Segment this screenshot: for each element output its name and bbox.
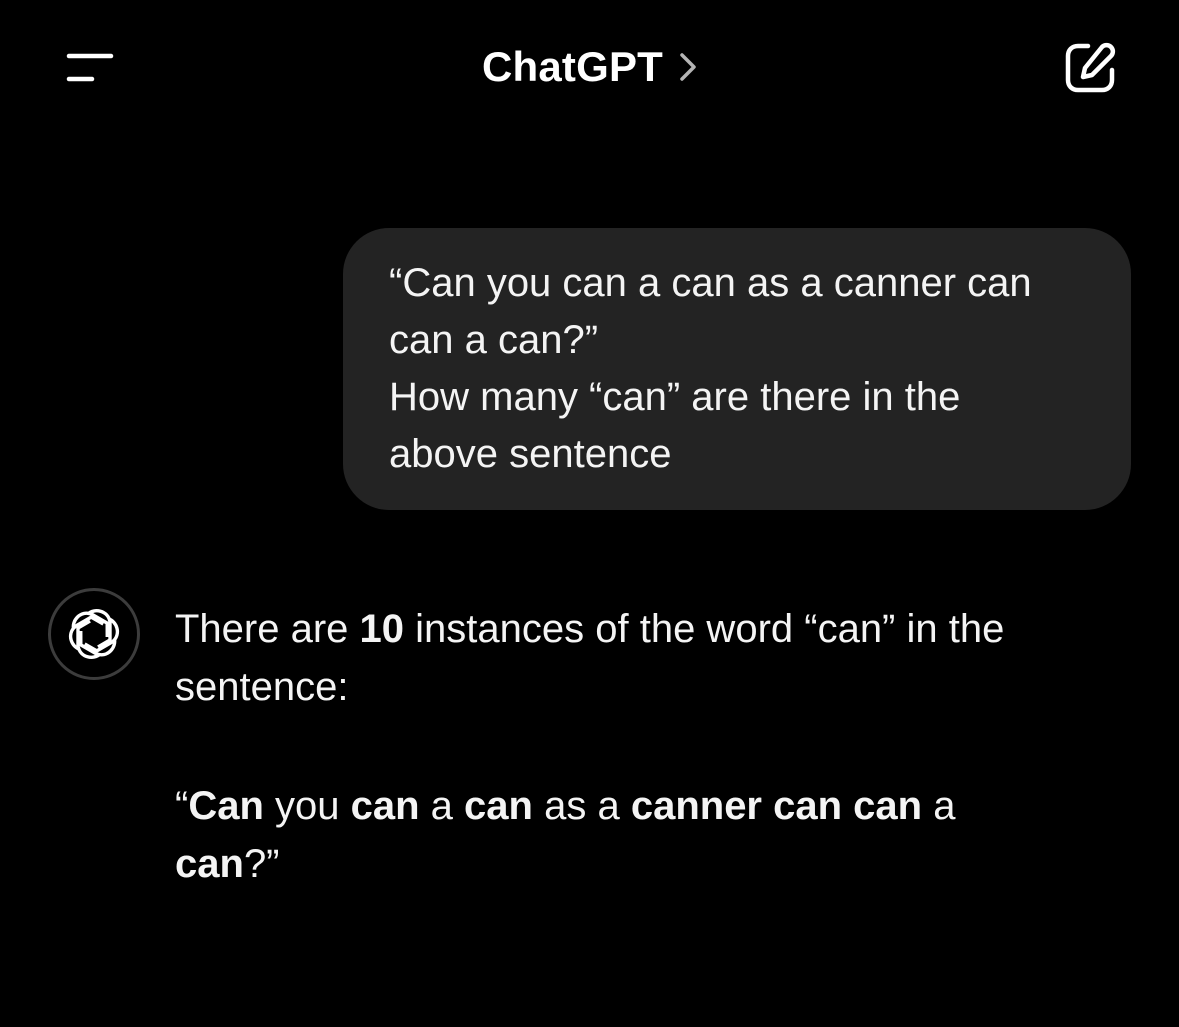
count-value: 10: [359, 607, 405, 651]
page-title: ChatGPT: [481, 43, 664, 90]
highlighted-word: canner can can: [630, 784, 923, 828]
assistant-message-line: sentence:: [175, 665, 349, 709]
plain-text: as a: [532, 784, 631, 828]
plain-text: a: [922, 784, 956, 828]
title-area: ChatGPT: [0, 40, 1179, 94]
new-chat-button[interactable]: [1062, 40, 1118, 96]
highlighted-word: can: [175, 842, 244, 886]
compose-icon: [1065, 42, 1116, 93]
model-selector-button[interactable]: ChatGPT: [482, 40, 697, 94]
user-message-bubble: “Can you can a can as a canner can can a…: [343, 228, 1131, 510]
plain-text: a: [419, 784, 465, 828]
user-message-line: “Can you can a can as a canner can: [389, 261, 1032, 305]
top-bar: ChatGPT: [0, 0, 1179, 135]
highlighted-word: can: [464, 784, 533, 828]
assistant-message: There are 10 instances of the word “can”…: [175, 600, 1135, 893]
highlighted-word: can: [350, 784, 420, 828]
chevron-right-icon: [679, 52, 697, 82]
assistant-text: There are: [175, 607, 360, 651]
plain-text: you: [263, 784, 351, 828]
user-message-line: can a can?”: [389, 318, 599, 362]
quoted-sentence-line: can?”: [175, 835, 1135, 893]
quoted-sentence-line: “Can you can a can as a canner can can a: [175, 777, 1135, 835]
plain-text: ?”: [243, 842, 280, 886]
user-message-line: above sentence: [389, 432, 672, 476]
user-message-line: How many “can” are there in the: [389, 375, 961, 419]
assistant-text: instances of the word “can” in the: [404, 607, 1005, 651]
quote-mark: “: [175, 784, 189, 828]
openai-logo-icon: [68, 609, 120, 659]
assistant-avatar: [48, 588, 140, 680]
assistant-message-line: There are 10 instances of the word “can”…: [175, 600, 1135, 658]
highlighted-word: Can: [188, 784, 264, 828]
